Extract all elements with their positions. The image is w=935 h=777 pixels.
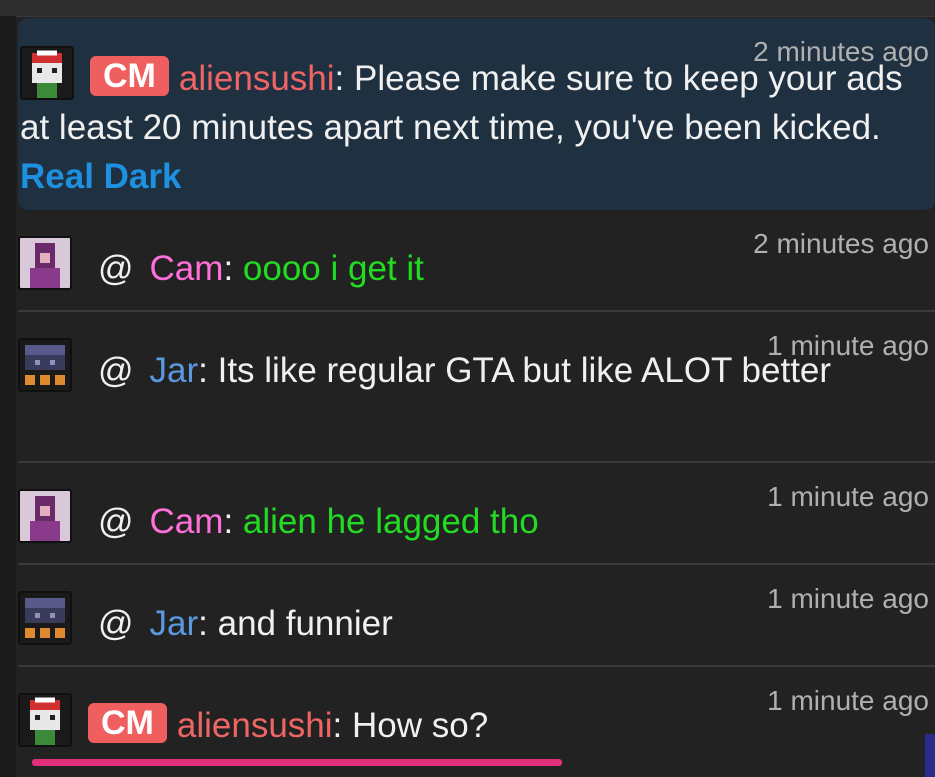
message-text: Its like regular GTA but like ALOT bette… <box>217 351 832 390</box>
mention-symbol: @ <box>98 351 134 390</box>
left-edge <box>0 16 16 777</box>
chat-message: 2 minutes ago CM aliensushi: Please make … <box>18 18 935 210</box>
cam-avatar-icon[interactable] <box>18 236 72 290</box>
name-separator: : <box>334 59 354 98</box>
moderator-badge: CM <box>90 56 169 96</box>
message-timestamp: 1 minute ago <box>767 583 929 614</box>
name-separator: : <box>198 351 218 390</box>
moderator-badge: CM <box>88 703 167 743</box>
highlight-underline <box>32 759 562 766</box>
message-timestamp: 1 minute ago <box>767 481 929 512</box>
name-separator: : <box>223 502 243 541</box>
username[interactable]: Cam <box>150 249 224 288</box>
name-separator: : <box>198 604 218 643</box>
message-timestamp: 1 minute ago <box>767 330 929 361</box>
scroll-indicator[interactable] <box>925 734 935 777</box>
chat-message: 1 minute ago @ Jar: Its like regular GTA … <box>18 312 935 463</box>
mention-symbol: @ <box>98 604 134 643</box>
username[interactable]: aliensushi <box>177 706 333 745</box>
username[interactable]: Jar <box>150 351 199 390</box>
message-text: oooo i get it <box>242 249 424 288</box>
username[interactable]: Jar <box>150 604 199 643</box>
message-text: How so? <box>352 706 489 745</box>
jar-avatar-icon[interactable] <box>18 591 72 645</box>
username[interactable]: Cam <box>150 502 224 541</box>
jar-avatar-icon[interactable] <box>18 338 72 392</box>
chat-message: 1 minute ago @ Jar: and funnier <box>18 565 935 667</box>
chat-message: 1 minute ago @ Cam: alien he lagged tho <box>18 463 935 565</box>
chat-message: 1 minute ago CM aliensushi: How so? <box>18 667 935 769</box>
name-separator: : <box>223 249 243 288</box>
username[interactable]: aliensushi <box>179 59 335 98</box>
message-timestamp: 1 minute ago <box>767 685 929 716</box>
message-timestamp: 2 minutes ago <box>753 228 929 259</box>
mention-symbol: @ <box>98 502 134 541</box>
message-text: and funnier <box>217 604 393 643</box>
chat-message: 2 minutes ago @ Cam: oooo i get it <box>18 210 935 312</box>
mentioned-user-link[interactable]: Real Dark <box>20 157 181 196</box>
aliensushi-avatar-icon[interactable] <box>18 693 72 747</box>
message-text: alien he lagged tho <box>242 502 539 541</box>
mention-symbol: @ <box>98 249 134 288</box>
top-bar <box>0 0 935 17</box>
cam-avatar-icon[interactable] <box>18 489 72 543</box>
message-timestamp: 2 minutes ago <box>753 36 929 67</box>
chat-log: 2 minutes ago CM aliensushi: Please make … <box>18 18 935 769</box>
name-separator: : <box>332 706 352 745</box>
aliensushi-avatar-icon[interactable] <box>20 46 74 100</box>
